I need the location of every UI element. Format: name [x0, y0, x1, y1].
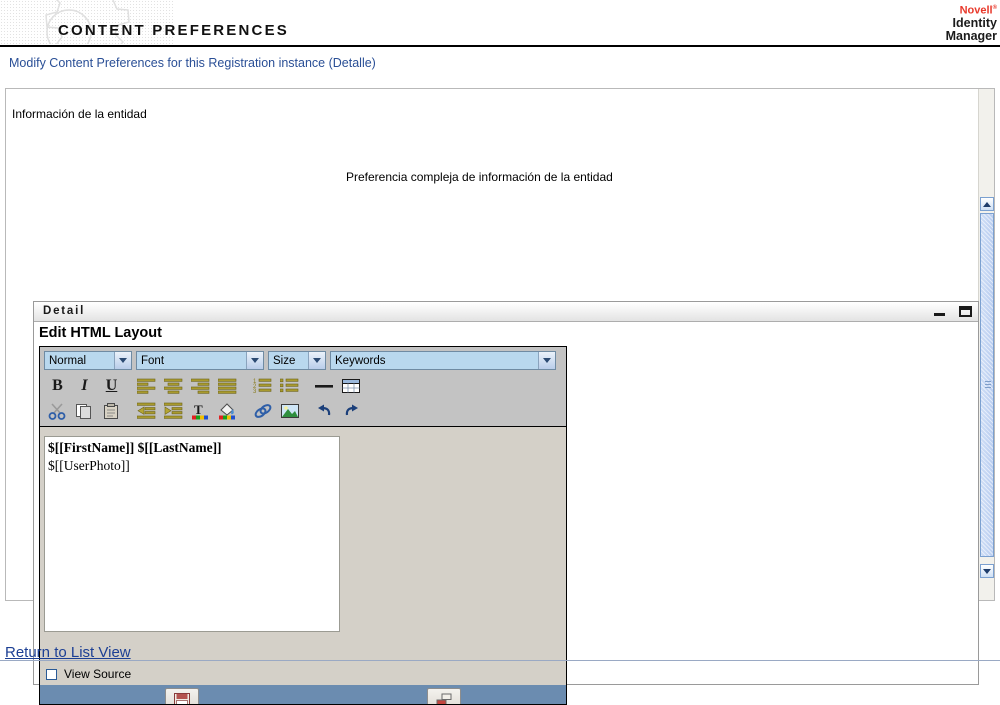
save-icon — [173, 692, 191, 705]
cut-icon[interactable] — [44, 399, 71, 423]
align-justify-icon[interactable] — [214, 374, 241, 398]
scrollbar-thumb[interactable] — [980, 213, 994, 557]
minimize-icon[interactable] — [934, 313, 945, 316]
keywords-select[interactable]: Keywords — [330, 351, 556, 370]
content-frame: Información de la entidad Preferencia co… — [5, 88, 995, 601]
chevron-down-icon[interactable] — [246, 352, 263, 369]
indent-icon[interactable] — [160, 399, 187, 423]
chevron-down-icon[interactable] — [114, 352, 131, 369]
align-center-icon[interactable] — [160, 374, 187, 398]
detail-window: Detail Edit HTML Layout Normal Font — [33, 301, 979, 685]
editor-canvas: $[[FirstName]] $[[LastName]] $[[UserPhot… — [39, 427, 567, 663]
html-content-area[interactable]: $[[FirstName]] $[[LastName]] $[[UserPhot… — [44, 436, 340, 632]
text-color-icon[interactable]: T — [187, 399, 214, 423]
brand-product-line2: Manager — [946, 30, 997, 43]
return-to-list-view-link[interactable]: Return to List View — [5, 644, 131, 661]
paragraph-style-select[interactable]: Normal — [44, 351, 132, 370]
underline-icon[interactable]: U — [98, 374, 125, 398]
chevron-down-icon[interactable] — [308, 352, 325, 369]
edit-toolbar-row: T — [44, 399, 562, 423]
copy-icon[interactable] — [71, 399, 98, 423]
view-source-row: View Source — [39, 663, 567, 685]
redo-icon[interactable] — [338, 399, 365, 423]
vertical-scrollbar[interactable] — [978, 89, 994, 600]
paste-icon[interactable] — [98, 399, 125, 423]
dropdown-row: Normal Font Size Keywords — [44, 351, 562, 370]
format-toolbar-row: B I U — [44, 374, 562, 398]
content-line-1: $[[FirstName]] $[[LastName]] — [48, 439, 336, 457]
align-right-icon[interactable] — [187, 374, 214, 398]
insert-image-icon[interactable] — [276, 399, 303, 423]
brand-product-line1: Identity — [946, 17, 997, 30]
brand-company: Novell — [960, 5, 993, 17]
font-size-select[interactable]: Size — [268, 351, 326, 370]
maximize-icon[interactable] — [959, 306, 972, 317]
font-family-select[interactable]: Font — [136, 351, 264, 370]
undo-icon[interactable] — [311, 399, 338, 423]
bold-icon[interactable]: B — [44, 374, 71, 398]
view-source-checkbox[interactable] — [46, 669, 57, 680]
layout-icon — [435, 692, 453, 705]
novell-logo: Novell® Identity Manager — [946, 2, 997, 42]
scroll-up-icon[interactable] — [980, 197, 994, 211]
action-bar — [39, 685, 567, 705]
italic-icon[interactable]: I — [71, 374, 98, 398]
scroll-down-icon[interactable] — [980, 564, 994, 578]
bullet-list-icon[interactable] — [276, 374, 303, 398]
page-header: CONTENT PREFERENCES Novell® Identity Man… — [0, 0, 1000, 47]
complex-preference-label: Preferencia compleja de información de l… — [346, 170, 613, 184]
chevron-down-icon[interactable] — [538, 352, 555, 369]
view-source-label: View Source — [64, 667, 131, 681]
registered-mark: ® — [993, 5, 997, 11]
svg-text:3: 3 — [253, 389, 257, 394]
editor-heading: Edit HTML Layout — [39, 325, 162, 341]
numbered-list-icon[interactable]: 123 — [249, 374, 276, 398]
detail-title-label: Detail — [43, 305, 85, 317]
breadcrumb[interactable]: Modify Content Preferences for this Regi… — [9, 56, 376, 70]
insert-table-icon[interactable] — [338, 374, 365, 398]
save-button[interactable] — [165, 688, 199, 705]
insert-link-icon[interactable] — [249, 399, 276, 423]
entity-info-label: Información de la entidad — [12, 107, 147, 121]
editor-toolbar: Normal Font Size Keywords — [39, 346, 567, 427]
background-color-icon[interactable] — [214, 399, 241, 423]
content-line-2: $[[UserPhoto]] — [48, 457, 336, 475]
layout-button[interactable] — [427, 688, 461, 705]
horizontal-rule-icon[interactable] — [311, 374, 338, 398]
detail-title-bar: Detail — [34, 302, 978, 322]
page-title: CONTENT PREFERENCES — [58, 22, 289, 39]
svg-text:T: T — [194, 402, 203, 417]
outdent-icon[interactable] — [133, 399, 160, 423]
align-left-icon[interactable] — [133, 374, 160, 398]
